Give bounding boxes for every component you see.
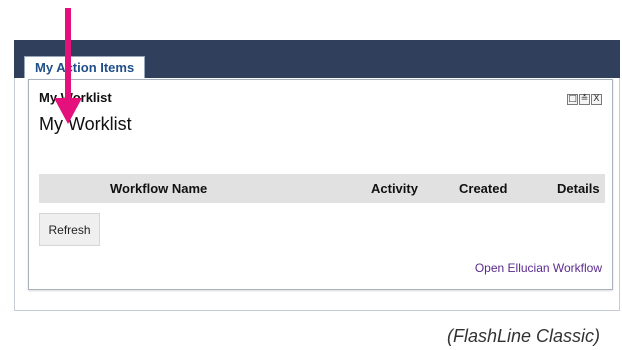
screenshot-stage: My Action Items My Worklist □ ≛ X My Wor…	[0, 0, 622, 350]
annotation-arrow-icon	[54, 8, 82, 124]
caption-text: (FlashLine Classic)	[446, 326, 600, 346]
annotation-arrow-head	[54, 98, 82, 124]
